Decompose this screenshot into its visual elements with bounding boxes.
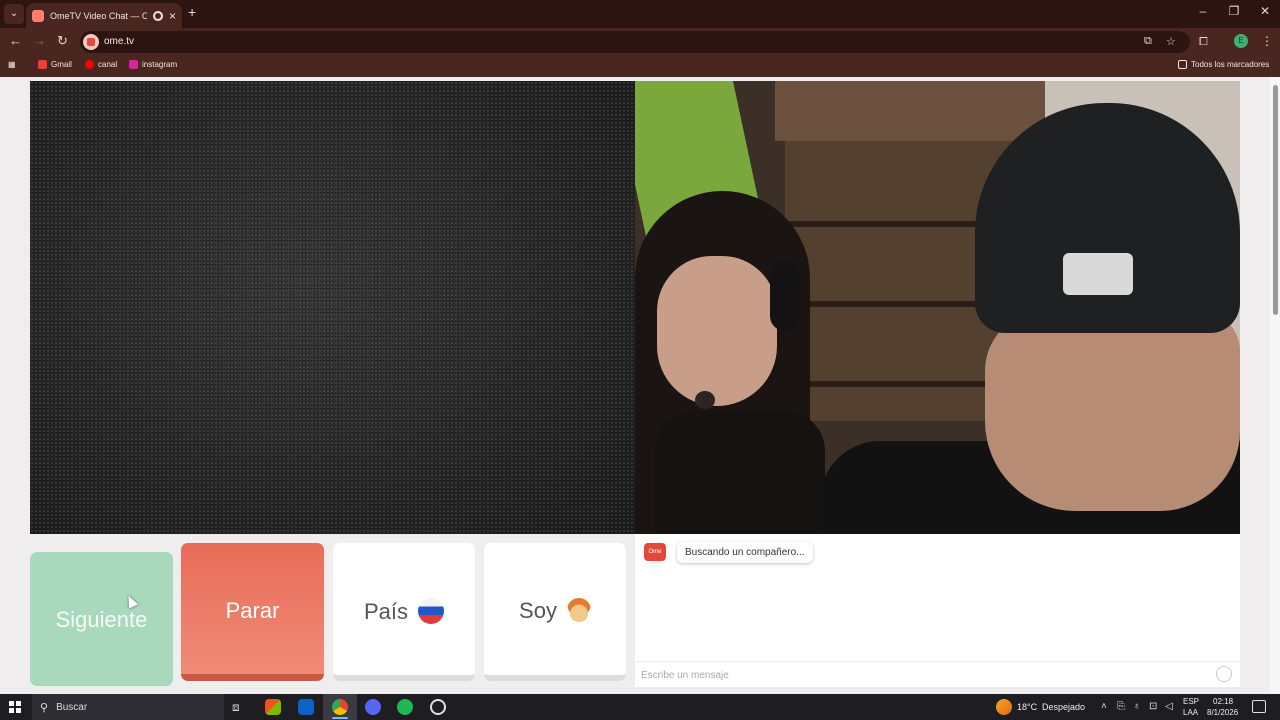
video-person — [770, 261, 800, 331]
emoji-icon[interactable] — [1216, 666, 1232, 682]
bookmark-star-icon[interactable]: ☆ — [1166, 35, 1176, 48]
outlook-icon[interactable] — [298, 699, 314, 715]
reload-button[interactable]: ↻ — [57, 33, 68, 49]
gmail-icon — [38, 60, 47, 69]
minimize-button[interactable]: – — [1188, 4, 1218, 18]
video-person — [655, 411, 825, 534]
network-icon[interactable]: ⊡ — [1149, 701, 1157, 712]
instagram-icon — [129, 60, 138, 69]
browser-tab[interactable]: OmeTV Video Chat — Ome × — [26, 3, 182, 28]
local-video-feed — [30, 81, 635, 534]
browser-menu-icon[interactable]: ⋮ — [1261, 34, 1273, 48]
apps-grid-icon[interactable]: ▦ — [8, 60, 16, 69]
weather-temperature: 18°C — [1017, 702, 1038, 712]
youtube-icon — [85, 60, 94, 69]
chevron-up-icon[interactable]: ˄ — [1101, 701, 1107, 712]
gender-button[interactable]: Soy — [484, 543, 626, 681]
gender-button-label: Soy — [519, 598, 557, 623]
new-tab-button[interactable]: + — [188, 4, 196, 20]
all-bookmarks-folder[interactable]: Todos los marcadores — [1178, 60, 1269, 69]
status-message: Buscando un compañero... — [677, 542, 813, 563]
video-person — [985, 311, 1240, 511]
recorder-icon[interactable] — [430, 699, 446, 715]
chat-input-bar — [635, 661, 1240, 687]
weather-description: Despejado — [1042, 702, 1086, 712]
address-bar[interactable]: ome.tv ⧉ ☆ — [80, 31, 1190, 53]
tab-search-button[interactable]: ⌄ — [4, 4, 24, 24]
chrome-icon[interactable] — [332, 699, 348, 715]
scrollbar-thumb[interactable] — [1273, 85, 1278, 315]
next-button[interactable]: Siguiente — [30, 552, 173, 686]
boy-emoji-icon — [566, 598, 591, 622]
bookmark-label: instagram — [142, 60, 178, 69]
microphone-icon[interactable]: ♁ — [1133, 701, 1141, 712]
discord-icon[interactable] — [365, 699, 381, 715]
forward-button[interactable]: → — [33, 33, 46, 48]
russia-flag-icon — [418, 598, 445, 624]
chat-message-input[interactable] — [641, 667, 1201, 683]
country-button[interactable]: País — [333, 543, 475, 681]
extensions-icon[interactable]: ⧠ — [1199, 36, 1208, 49]
taskbar-search-label: Buscar — [56, 701, 88, 713]
install-app-icon[interactable]: ⧉ — [1144, 35, 1152, 48]
search-icon: ⚲ — [40, 701, 49, 714]
page-scrollbar[interactable] — [1270, 77, 1280, 694]
video-person — [657, 256, 777, 406]
ometv-page: Siguiente Parar País Soy Ome TV Buscando… — [0, 77, 1280, 694]
next-button-label: Siguiente — [55, 607, 148, 632]
language-code[interactable]: ESP — [1183, 697, 1199, 706]
browser-tab-strip: ⌄ OmeTV Video Chat — Ome × + – ❐ ✕ — [0, 0, 1280, 28]
video-static-noise — [30, 81, 635, 534]
country-button-label: País — [363, 599, 409, 624]
windows-start-icon[interactable] — [9, 701, 21, 713]
bookmark-label: Gmail — [51, 60, 72, 69]
bookmark-canal[interactable]: canal — [85, 60, 117, 69]
language-layout[interactable]: LAA — [1183, 708, 1198, 717]
close-window-button[interactable]: ✕ — [1250, 4, 1280, 18]
cap-logo — [1063, 253, 1133, 295]
folder-icon — [1178, 60, 1187, 69]
url-text: ome.tv — [104, 36, 135, 47]
site-info-icon[interactable] — [83, 34, 99, 50]
clock-time[interactable]: 02:18 — [1213, 697, 1233, 706]
all-bookmarks-label: Todos los marcadores — [1191, 60, 1270, 69]
browser-toolbar: ← → ↻ ome.tv ⧉ ☆ ⧠ E ⋮ — [0, 28, 1280, 56]
task-view-icon[interactable]: ⧈ — [232, 700, 248, 716]
recording-indicator-icon — [152, 10, 163, 21]
taskbar-search[interactable]: ⚲ Buscar — [32, 694, 224, 720]
store-icon[interactable] — [265, 699, 281, 715]
stop-button[interactable]: Parar — [181, 543, 324, 681]
video-scene — [775, 81, 1045, 141]
video-person — [695, 391, 715, 409]
ometv-logo: Ome TV — [644, 543, 666, 573]
ometv-favicon-icon — [32, 9, 44, 22]
clock-date[interactable]: 8/1/2026 — [1207, 708, 1238, 717]
profile-avatar[interactable]: E — [1234, 34, 1248, 48]
bookmarks-bar: ▦ Gmail canal instagram Todos los marcad… — [0, 56, 1280, 77]
close-tab-icon[interactable]: × — [169, 9, 176, 23]
spotify-icon[interactable] — [397, 699, 413, 715]
restore-button[interactable]: ❐ — [1219, 4, 1249, 18]
windows-taskbar: ⚲ Buscar ⧈ 18°C Despejado ˄ ⎘ ♁ ⊡ ◁ ESP … — [0, 694, 1280, 720]
bookmark-gmail[interactable]: Gmail — [38, 60, 72, 69]
chat-panel: Ome TV Buscando un compañero... — [635, 534, 1240, 687]
back-button[interactable]: ← — [9, 33, 22, 48]
bookmark-instagram[interactable]: instagram — [129, 60, 177, 69]
stop-button-label: Parar — [225, 598, 280, 623]
remote-video-feed — [635, 81, 1240, 534]
usb-icon[interactable]: ⎘ — [1117, 701, 1125, 712]
notifications-icon[interactable] — [1252, 700, 1266, 713]
volume-icon[interactable]: ◁ — [1165, 701, 1173, 712]
weather-icon[interactable] — [996, 699, 1012, 715]
tab-title: OmeTV Video Chat — Ome — [50, 10, 147, 21]
bookmark-label: canal — [98, 60, 118, 69]
